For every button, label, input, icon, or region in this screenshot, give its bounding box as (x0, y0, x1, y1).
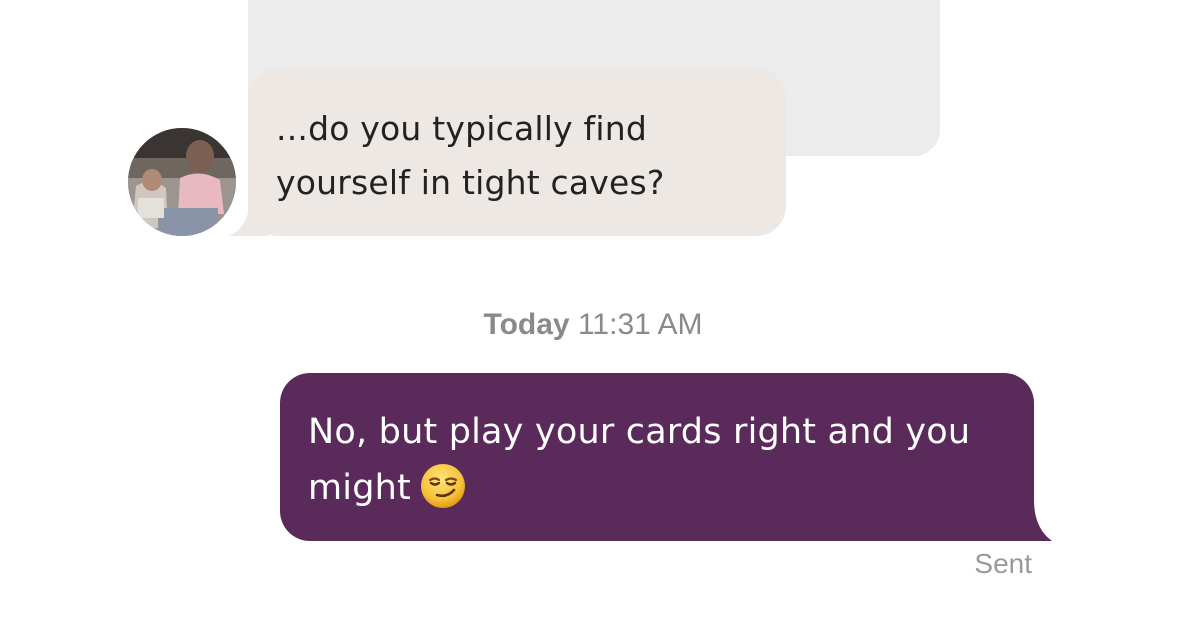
timestamp-time: 11:31 AM (577, 308, 703, 341)
avatar-photo-icon (128, 128, 236, 236)
sent-message-body: No, but play your cards right and you mi… (308, 412, 971, 508)
timestamp-divider: Today 11:31 AM (0, 308, 1186, 342)
message-status: Sent (974, 548, 1032, 579)
sent-message-text: No, but play your cards right and you mi… (308, 404, 1008, 516)
chat-thread: ...do you typically find yourself in tig… (0, 0, 1186, 644)
timestamp-day: Today (483, 308, 570, 341)
sender-avatar[interactable] (128, 128, 236, 236)
received-bubble-tail (228, 204, 268, 236)
sent-bubble-tail (1012, 500, 1052, 541)
smirking-face-emoji-icon (420, 464, 465, 508)
received-message-text: ...do you typically find yourself in tig… (276, 109, 665, 202)
